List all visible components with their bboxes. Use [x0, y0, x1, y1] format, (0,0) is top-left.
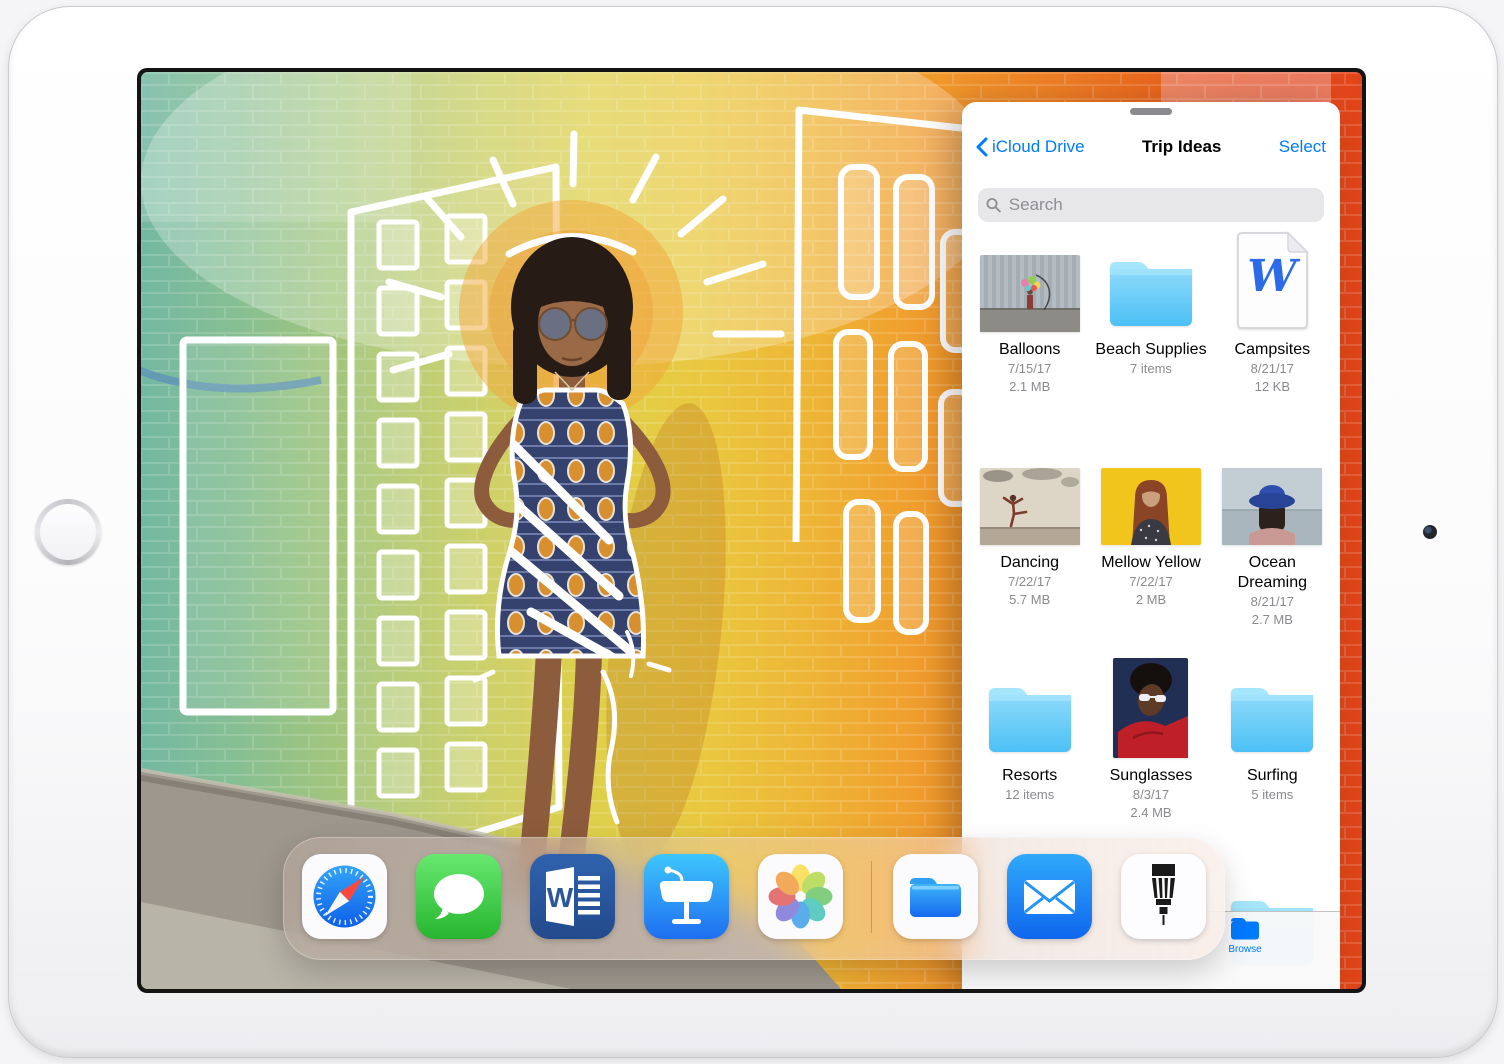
mellow-yellow-photo-thumbnail: [1090, 443, 1211, 545]
word-document-icon: W: [1212, 230, 1333, 332]
color-flower-icon: [758, 854, 843, 939]
file-name: Sunglasses: [1110, 766, 1193, 786]
back-button[interactable]: iCloud Drive: [976, 137, 1085, 157]
marketing-canvas: iCloud Drive Trip Ideas Select: [0, 0, 1504, 1064]
page-title: Trip Ideas: [1085, 137, 1279, 157]
file-size: 2.1 MB: [1009, 378, 1050, 396]
file-date: 8/3/17: [1133, 786, 1169, 804]
ocean-dreaming-photo-thumbnail: [1212, 443, 1333, 545]
chevron-left-icon: [976, 137, 988, 157]
navigation-bar: iCloud Drive Trip Ideas Select: [962, 128, 1340, 166]
speech-bubble-icon: [416, 854, 501, 939]
dock: W: [283, 837, 1225, 960]
file-count: 5 items: [1251, 786, 1293, 804]
marker-pen-icon: [1121, 854, 1206, 939]
word-w-document-icon: W: [530, 854, 615, 939]
dock-app-messages[interactable]: [416, 854, 501, 939]
dock-divider: [871, 861, 872, 933]
dancing-photo-thumbnail: [969, 443, 1090, 545]
file-size: 5.7 MB: [1009, 591, 1050, 609]
file-name: Surfing: [1247, 766, 1298, 786]
file-date: 7/22/17: [1008, 573, 1051, 591]
file-size: 12 KB: [1255, 378, 1290, 396]
file-item-surfing[interactable]: Surfing 5 items: [1212, 656, 1333, 869]
folder-icon: [969, 656, 1090, 758]
file-name: Mellow Yellow: [1101, 553, 1201, 573]
file-name: Campsites: [1235, 340, 1311, 360]
file-size: 2.4 MB: [1130, 804, 1171, 822]
dock-app-photos[interactable]: [758, 854, 843, 939]
front-camera: [1423, 525, 1437, 539]
dock-app-marker[interactable]: [1121, 854, 1206, 939]
file-item-dancing[interactable]: Dancing 7/22/17 5.7 MB: [969, 443, 1090, 656]
envelope-icon: [1007, 854, 1092, 939]
drag-handle[interactable]: [1130, 108, 1172, 115]
search-icon: [986, 197, 1001, 213]
screen-content: iCloud Drive Trip Ideas Select: [141, 72, 1362, 989]
file-count: 7 items: [1130, 360, 1172, 378]
dock-app-safari[interactable]: [302, 854, 387, 939]
file-item-mellow-yellow[interactable]: Mellow Yellow 7/22/17 2 MB: [1090, 443, 1211, 656]
dock-app-keynote[interactable]: [644, 854, 729, 939]
sunglasses-photo-thumbnail: [1090, 656, 1211, 758]
dock-app-files[interactable]: [893, 854, 978, 939]
keynote-lectern-icon: [644, 854, 729, 939]
safari-compass-icon: [302, 854, 387, 939]
file-name: Beach Supplies: [1095, 340, 1206, 360]
file-size: 2 MB: [1136, 591, 1166, 609]
home-button-surface: [40, 504, 96, 560]
dock-app-word[interactable]: W: [530, 854, 615, 939]
back-label: iCloud Drive: [992, 137, 1085, 157]
file-item-beach-supplies[interactable]: Beach Supplies 7 items: [1090, 230, 1211, 443]
balloons-photo-thumbnail: [969, 230, 1090, 332]
svg-text:W: W: [547, 882, 574, 913]
file-item-balloons[interactable]: Balloons 7/15/17 2.1 MB: [969, 230, 1090, 443]
word-doc-letter: W: [1247, 251, 1301, 302]
browse-folder-icon: [1230, 917, 1260, 941]
file-name: Ocean Dreaming: [1216, 553, 1328, 593]
home-button[interactable]: [35, 499, 101, 565]
file-date: 7/22/17: [1129, 573, 1172, 591]
ipad-screen: iCloud Drive Trip Ideas Select: [137, 68, 1366, 993]
file-count: 12 items: [1005, 786, 1054, 804]
select-button[interactable]: Select: [1279, 137, 1326, 157]
file-name: Dancing: [1000, 553, 1059, 573]
blue-folder-icon: [893, 854, 978, 939]
tab-browse-label: Browse: [1228, 944, 1261, 955]
file-item-campsites[interactable]: W Campsites 8/21/17 12 KB: [1212, 230, 1333, 443]
file-date: 8/21/17: [1251, 360, 1294, 378]
file-item-ocean-dreaming[interactable]: Ocean Dreaming 8/21/17 2.7 MB: [1212, 443, 1333, 656]
file-name: Balloons: [999, 340, 1060, 360]
file-size: 2.7 MB: [1252, 611, 1293, 629]
file-date: 8/21/17: [1251, 593, 1294, 611]
folder-icon: [1090, 230, 1211, 332]
file-date: 7/15/17: [1008, 360, 1051, 378]
folder-icon: [1212, 656, 1333, 758]
file-name: Resorts: [1002, 766, 1057, 786]
search-input[interactable]: [1007, 194, 1316, 216]
search-bar[interactable]: [978, 188, 1324, 222]
dock-app-mail[interactable]: [1007, 854, 1092, 939]
